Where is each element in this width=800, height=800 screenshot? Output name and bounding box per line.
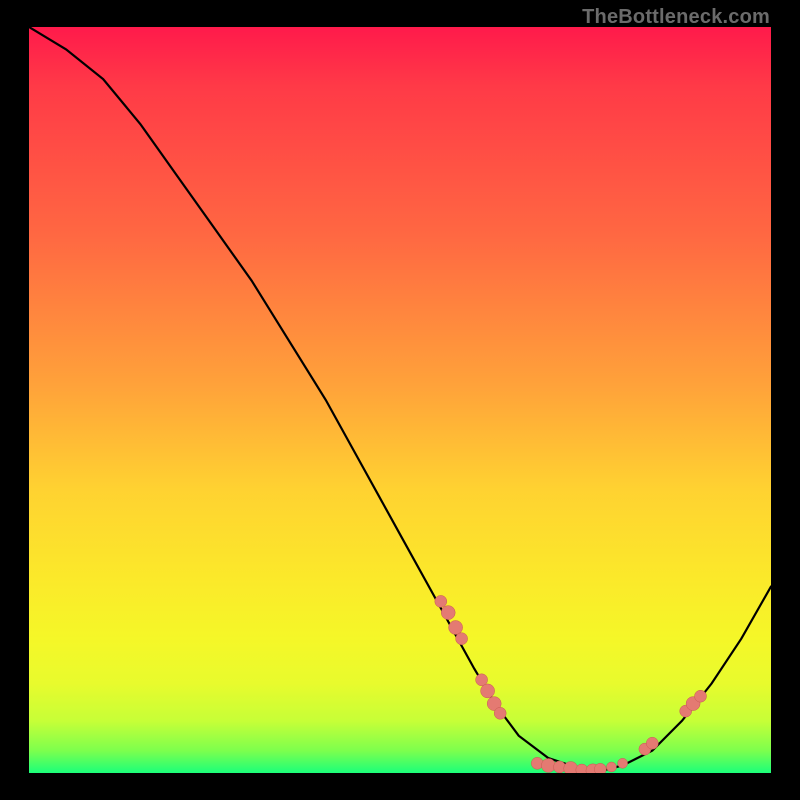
data-point (541, 759, 555, 773)
chart-frame: TheBottleneck.com (0, 0, 800, 800)
plot-area (29, 27, 771, 773)
data-point (618, 758, 628, 768)
data-point (607, 762, 617, 772)
data-point (646, 737, 658, 749)
data-point (494, 707, 506, 719)
data-point (695, 690, 707, 702)
data-point (564, 762, 578, 774)
data-point (481, 684, 495, 698)
data-point (441, 606, 455, 620)
bottleneck-curve (29, 27, 771, 773)
data-point (435, 595, 447, 607)
chart-svg (29, 27, 771, 773)
data-points-group (435, 595, 707, 773)
watermark-text: TheBottleneck.com (582, 6, 770, 29)
data-point (594, 763, 606, 773)
data-point (456, 633, 468, 645)
data-point (449, 621, 463, 635)
